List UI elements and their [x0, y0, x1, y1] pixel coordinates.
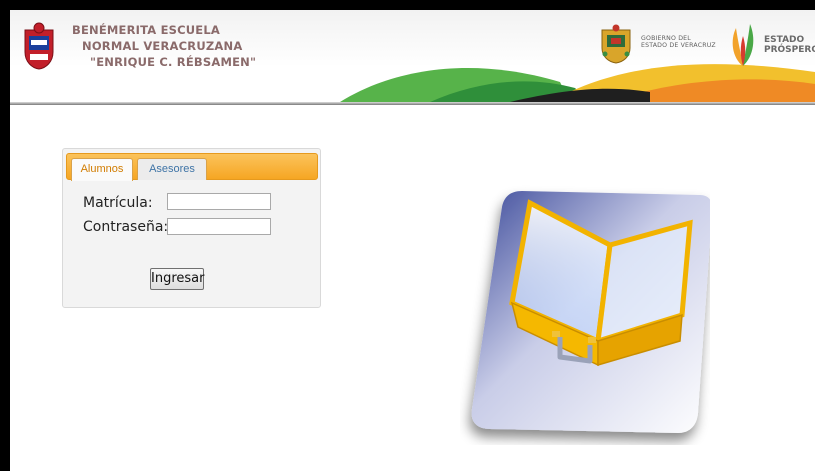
- tab-asesores[interactable]: Asesores: [137, 158, 207, 180]
- tab-alumnos[interactable]: Alumnos: [71, 158, 133, 181]
- header-divider: [10, 102, 815, 105]
- ingresar-button[interactable]: Ingresar: [150, 268, 204, 290]
- brand-line2: PRÓSPERO: [764, 45, 815, 55]
- estado-prospero-label: ESTADO PRÓSPERO: [764, 35, 815, 55]
- school-name-line1: BENÉMERITA ESCUELA: [72, 23, 220, 37]
- site-header: BENÉMERITA ESCUELA NORMAL VERACRUZANA "E…: [10, 10, 815, 105]
- contrasena-input[interactable]: [167, 218, 271, 235]
- school-crest-icon: [24, 22, 54, 70]
- estado-prospero-icon: [732, 24, 754, 66]
- page: BENÉMERITA ESCUELA NORMAL VERACRUZANA "E…: [10, 10, 815, 471]
- contrasena-label: Contraseña:: [83, 219, 169, 235]
- gov-line2: ESTADO DE VERACRUZ: [641, 42, 716, 49]
- brand-line1: ESTADO: [764, 35, 805, 45]
- matricula-label: Matrícula:: [83, 195, 153, 211]
- briefcase-icon: [471, 191, 710, 433]
- school-name: BENÉMERITA ESCUELA NORMAL VERACRUZANA "E…: [72, 22, 256, 70]
- school-name-line3: "ENRIQUE C. RÉBSAMEN": [90, 55, 257, 69]
- gov-line1: GOBIERNO DEL: [641, 35, 691, 42]
- veracruz-shield-icon: [601, 24, 631, 64]
- government-label: GOBIERNO DEL ESTADO DE VERACRUZ: [641, 35, 716, 49]
- login-panel: Alumnos Asesores Matrícula: Contraseña: …: [62, 148, 321, 308]
- matricula-input[interactable]: [167, 193, 271, 210]
- login-tab-bar: Alumnos Asesores: [66, 153, 318, 181]
- school-name-line2: NORMAL VERACRUZANA: [82, 39, 243, 53]
